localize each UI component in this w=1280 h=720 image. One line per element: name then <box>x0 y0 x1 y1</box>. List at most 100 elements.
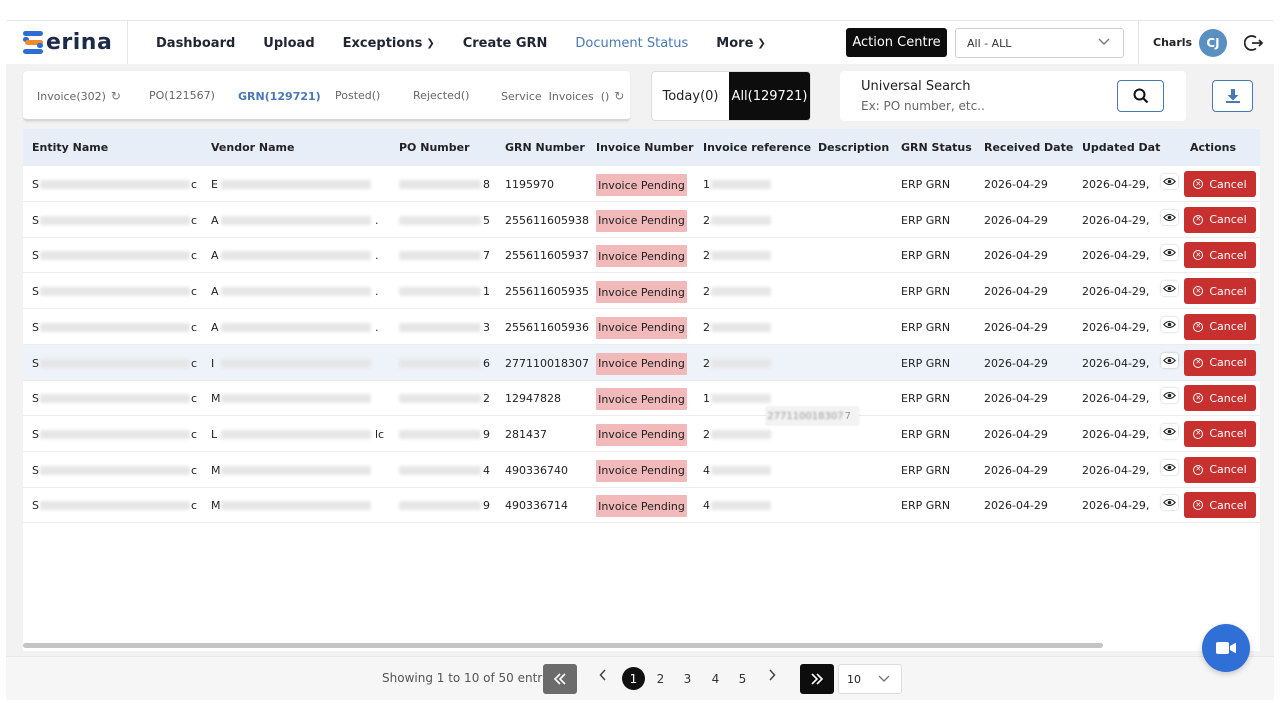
col-received-date[interactable]: Received Date <box>984 141 1073 154</box>
tab-service-invoices[interactable]: Service Invoices () ↻ <box>501 89 624 103</box>
download-button[interactable] <box>1212 80 1253 112</box>
cancel-label: Cancel <box>1209 356 1247 369</box>
grn-number: 255611605936 <box>505 320 589 334</box>
tab-invoice[interactable]: Invoice(302) ↻ <box>37 89 121 103</box>
invoice-reference-start: 2 <box>703 320 710 334</box>
table-row[interactable]: Sc A. 7 255611605937 Invoice Pending 2 ERP GRN… <box>23 237 1260 274</box>
col-description[interactable]: Description <box>818 141 889 154</box>
nav-document-status[interactable]: Document Status <box>575 36 688 51</box>
cancel-button[interactable]: ✕ Cancel <box>1184 171 1256 197</box>
horizontal-scrollbar[interactable] <box>23 643 1103 648</box>
table-row[interactable]: Sc A. 3 255611605936 Invoice Pending 2 ERP GRN… <box>23 309 1260 345</box>
refresh-icon[interactable]: ↻ <box>614 89 624 103</box>
page-size-select[interactable]: 10 <box>838 664 902 694</box>
entity-filter-select[interactable]: All - ALL <box>955 28 1124 58</box>
next-page-button[interactable] <box>768 669 776 685</box>
col-invoice-number[interactable]: Invoice Number <box>596 141 694 154</box>
cancel-button[interactable]: ✕ Cancel <box>1184 349 1256 376</box>
vendor-name-start: E <box>211 178 218 191</box>
grn-number: 277110018307 <box>505 356 589 370</box>
nav-dashboard[interactable]: Dashboard <box>156 36 235 51</box>
view-button[interactable] <box>1161 459 1178 475</box>
redacted-po-number <box>399 394 481 404</box>
action-centre-button[interactable]: Action Centre <box>846 28 947 57</box>
view-button[interactable] <box>1161 388 1178 404</box>
cancel-button[interactable]: ✕ Cancel <box>1184 278 1256 305</box>
vendor-name-start: A <box>211 249 219 263</box>
view-button[interactable] <box>1161 174 1178 189</box>
nav-upload[interactable]: Upload <box>263 36 314 51</box>
redacted-invoice-reference <box>711 180 771 189</box>
table-row[interactable]: Sc A. 5 255611605938 Invoice Pending 2 ERP GRN… <box>23 202 1260 238</box>
invoice-reference-start: 2 <box>703 427 710 441</box>
view-button[interactable] <box>1161 495 1178 511</box>
serina-logo[interactable]: erina <box>23 29 112 55</box>
tab-posted[interactable]: Posted() <box>335 89 380 102</box>
col-grn-number[interactable]: GRN Number <box>505 141 585 154</box>
entity-name-end: c <box>191 213 198 227</box>
view-button[interactable] <box>1161 281 1178 297</box>
cancel-button[interactable]: ✕ Cancel <box>1184 420 1256 447</box>
table-row[interactable]: Sc A. 1 255611605935 Invoice Pending 2 ERP GRN… <box>23 273 1260 310</box>
tab-rejected[interactable]: Rejected() <box>413 89 469 102</box>
view-button[interactable] <box>1161 209 1178 225</box>
search-button[interactable] <box>1117 80 1164 112</box>
cancel-button[interactable]: ✕ Cancel <box>1184 385 1256 412</box>
avatar[interactable]: CJ <box>1199 29 1227 57</box>
prev-page-button[interactable] <box>599 669 607 685</box>
view-button[interactable] <box>1161 245 1178 261</box>
page-2[interactable]: 2 <box>649 667 672 690</box>
redacted-vendor-name <box>221 465 371 475</box>
nav-create-grn[interactable]: Create GRN <box>463 36 548 51</box>
po-number-end: 5 <box>483 213 490 227</box>
first-page-button[interactable] <box>543 664 577 694</box>
redacted-invoice-reference <box>711 501 771 511</box>
col-entity-name[interactable]: Entity Name <box>32 141 108 154</box>
close-circle-icon: ✕ <box>1193 428 1204 439</box>
po-number-end: 2 <box>483 392 490 406</box>
cancel-button[interactable]: ✕ Cancel <box>1184 456 1256 483</box>
cancel-button[interactable]: ✕ Cancel <box>1184 242 1256 269</box>
today-toggle[interactable]: Today(0) <box>652 72 729 120</box>
cancel-button[interactable]: ✕ Cancel <box>1184 206 1256 233</box>
logout-icon[interactable] <box>1243 33 1264 53</box>
nav-more[interactable]: More ❯ <box>716 36 766 51</box>
redacted-vendor-name <box>221 180 371 189</box>
page-3[interactable]: 3 <box>676 667 699 690</box>
logo-text: erina <box>46 29 113 55</box>
tab-po[interactable]: PO(121567) <box>149 89 215 102</box>
nav-exceptions[interactable]: Exceptions ❯ <box>343 36 435 51</box>
table-row[interactable]: Sc Llc 9 281437 Invoice Pending 2 ERP GRN 2026-… <box>23 416 1260 452</box>
cancel-button[interactable]: ✕ Cancel <box>1184 313 1256 340</box>
table-row[interactable]: Sc I 6 277110018307 Invoice Pending 2 ERP GRN 2… <box>23 344 1260 381</box>
redacted-vendor-name <box>221 251 371 261</box>
col-invoice-reference[interactable]: Invoice reference <box>703 141 811 154</box>
table-row[interactable]: Sc M 4 490336740 Invoice Pending 4 ERP GRN 2026… <box>23 452 1260 488</box>
col-updated-date[interactable]: Updated Dat <box>1082 141 1160 154</box>
chevron-right-icon <box>769 669 776 681</box>
cancel-button[interactable]: ✕ Cancel <box>1184 492 1256 519</box>
col-vendor-name[interactable]: Vendor Name <box>211 141 294 154</box>
view-button[interactable] <box>1161 423 1178 439</box>
page-4[interactable]: 4 <box>704 667 727 690</box>
last-page-button[interactable] <box>800 664 834 694</box>
col-grn-status[interactable]: GRN Status <box>901 141 972 154</box>
table-row[interactable]: Sc M 2 12947828 Invoice Pending 1 ERP GRN 2026-… <box>23 380 1260 417</box>
all-toggle[interactable]: All(129721) <box>729 72 810 120</box>
view-button[interactable] <box>1161 316 1178 332</box>
redacted-po-number <box>399 358 481 368</box>
main-content: Invoice(302) ↻ PO(121567) GRN(129721) Pos… <box>6 64 1274 700</box>
close-circle-icon: ✕ <box>1193 500 1204 511</box>
tab-grn[interactable]: GRN(129721) <box>238 90 321 103</box>
search-input[interactable] <box>861 97 1101 115</box>
page-5[interactable]: 5 <box>731 667 754 690</box>
refresh-icon[interactable]: ↻ <box>111 89 121 103</box>
eye-icon <box>1163 427 1176 435</box>
page-1[interactable]: 1 <box>622 667 645 690</box>
redacted-po-number <box>399 501 481 511</box>
table-row[interactable]: Sc E 8 1195970 Invoice Pending 1 ERP GRN 2026-0… <box>23 166 1260 202</box>
table-row[interactable]: Sc M 9 490336714 Invoice Pending 4 ERP GRN 2026… <box>23 487 1260 524</box>
video-call-button[interactable] <box>1202 624 1250 672</box>
col-po-number[interactable]: PO Number <box>399 141 470 154</box>
view-button[interactable] <box>1161 352 1178 368</box>
